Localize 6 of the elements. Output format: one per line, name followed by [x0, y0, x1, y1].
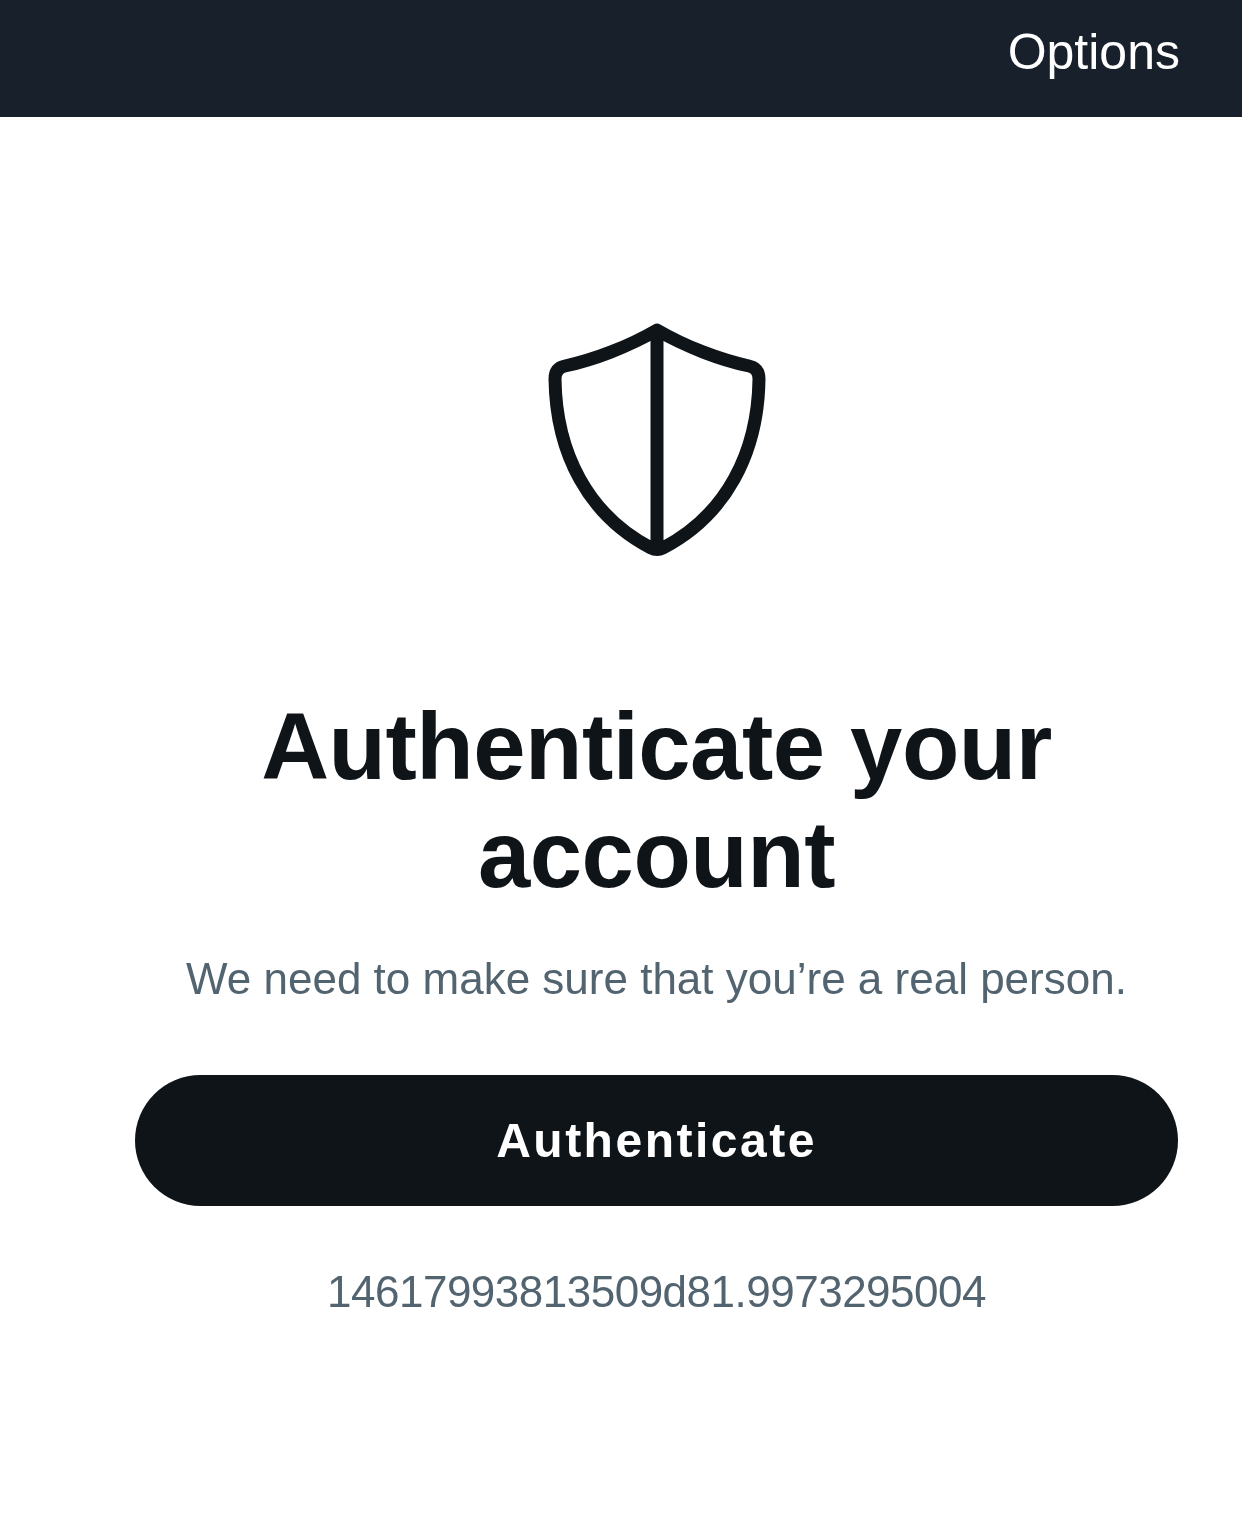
shield-icon	[547, 323, 766, 557]
reference-code: 14617993813509d81.9973295004	[327, 1266, 986, 1318]
options-link[interactable]: Options	[1007, 25, 1180, 80]
subtitle-text: We need to make sure that you’re a real person.	[186, 953, 1127, 1005]
authenticate-button[interactable]: Authenticate	[135, 1075, 1178, 1206]
page-title: Authenticate your account	[260, 693, 1053, 909]
